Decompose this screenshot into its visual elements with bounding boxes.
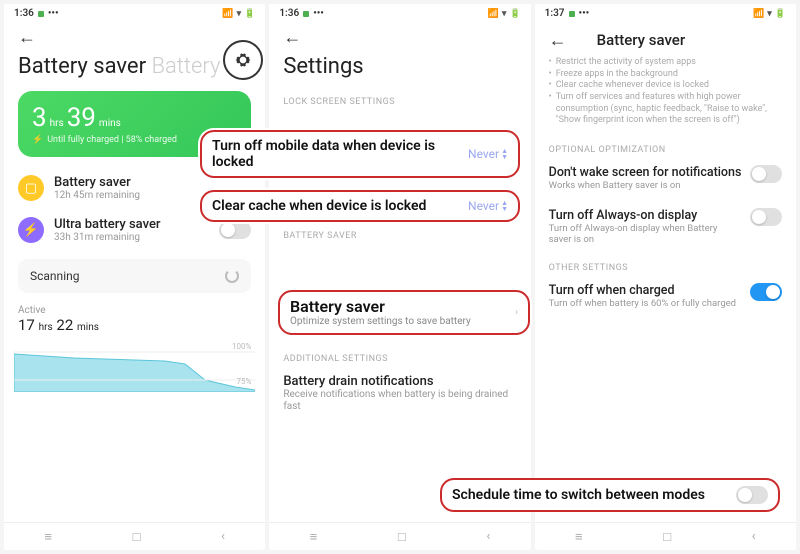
section-other: OTHER SETTINGS (535, 253, 796, 275)
nav-home-icon[interactable]: □ (398, 529, 406, 545)
back-button[interactable]: ← (18, 27, 36, 48)
nav-home-icon[interactable]: □ (663, 529, 671, 545)
panel-battery-saver-detail: 1:37••• 📶▾🔋 ← Battery saver •Restrict th… (535, 4, 796, 550)
panel-settings: 1:36••• 📶▾🔋 ← Settings LOCK SCREEN SETTI… (269, 4, 530, 550)
callout-mobile-data-locked[interactable]: Turn off mobile data when device is lock… (200, 130, 520, 178)
battery-drain-notif-setting[interactable]: Battery drain notifications Receive noti… (269, 366, 530, 421)
page-title: Settings (269, 48, 530, 87)
callout-schedule-modes[interactable]: Schedule time to switch between modes (440, 478, 780, 512)
nav-bar: ≡ □ ‹ (269, 522, 530, 550)
nav-bar: ≡ □ ‹ (4, 522, 265, 550)
turn-off-when-charged-setting[interactable]: Turn off when chargedTurn off when batte… (535, 275, 796, 317)
nav-back-icon[interactable]: ‹ (221, 529, 225, 544)
chevron-right-icon: › (515, 307, 518, 318)
nav-bar: ≡ □ ‹ (535, 522, 796, 550)
nav-home-icon[interactable]: □ (133, 529, 141, 545)
status-time: 1:36 (14, 8, 34, 19)
section-battery-saver: BATTERY SAVER (269, 221, 530, 243)
status-indicator-icon (38, 11, 44, 17)
gear-icon (233, 50, 253, 70)
signal-icon: 📶 (222, 9, 233, 19)
dont-wake-toggle[interactable] (750, 165, 782, 183)
status-dots: ••• (48, 8, 59, 19)
callout-clear-cache-locked[interactable]: Clear cache when device is locked Never▲… (200, 190, 520, 222)
section-lock-screen: LOCK SCREEN SETTINGS (269, 87, 530, 109)
back-button[interactable]: ← (283, 27, 301, 48)
nav-back-icon[interactable]: ‹ (752, 529, 756, 544)
status-indicator-icon (303, 11, 309, 17)
status-bar: 1:36 ••• 📶 ▾🔋 (4, 4, 265, 21)
back-button[interactable]: ← (549, 30, 567, 51)
battery-icon: ▢ (18, 175, 44, 201)
status-indicator-icon (569, 11, 575, 17)
battery-chart: 100% 75% (14, 342, 255, 392)
panel-battery-saver-main: 1:36••• 📶▾🔋 ← Battery saver Battery 3hrs… (4, 4, 265, 550)
updown-icon: ▲▼ (501, 148, 508, 160)
saver-description: •Restrict the activity of system apps •F… (535, 53, 796, 135)
section-additional: ADDITIONAL SETTINGS (269, 344, 530, 366)
wifi-icon: ▾ (502, 9, 507, 19)
callout-battery-saver-setting[interactable]: Battery saver Optimize system settings t… (278, 290, 530, 335)
scanning-card[interactable]: Scanning (18, 259, 251, 293)
aod-toggle[interactable] (750, 208, 782, 226)
active-time-block: Active 17 hrs 22 mins (4, 301, 265, 338)
nav-menu-icon[interactable]: ≡ (310, 529, 318, 545)
charged-toggle[interactable] (750, 283, 782, 301)
nav-menu-icon[interactable]: ≡ (44, 529, 52, 545)
battery-status-icon: 🔋 (244, 9, 255, 19)
wifi-icon: ▾ (237, 9, 242, 19)
ultra-saver-toggle[interactable] (219, 221, 251, 239)
wifi-icon: ▾ (767, 9, 772, 19)
bolt-icon: ⚡ (32, 135, 43, 145)
schedule-toggle[interactable] (736, 486, 768, 504)
status-bar: 1:37••• 📶▾🔋 (535, 4, 796, 21)
nav-back-icon[interactable]: ‹ (486, 529, 490, 544)
turn-off-aod-setting[interactable]: Turn off Always-on displayTurn off Alway… (535, 200, 796, 254)
nav-menu-icon[interactable]: ≡ (575, 529, 583, 545)
signal-icon: 📶 (488, 9, 499, 19)
dont-wake-screen-setting[interactable]: Don't wake screen for notificationsWorks… (535, 157, 796, 199)
battery-status-icon: 🔋 (509, 9, 520, 19)
spinner-icon (225, 269, 239, 283)
status-bar: 1:36••• 📶▾🔋 (269, 4, 530, 21)
page-title: Battery saver (597, 27, 782, 53)
battery-status-icon: 🔋 (775, 9, 786, 19)
signal-icon: 📶 (753, 9, 764, 19)
bolt-icon: ⚡ (18, 217, 44, 243)
updown-icon: ▲▼ (501, 200, 508, 212)
section-optional: OPTIONAL OPTIMIZATION (535, 135, 796, 157)
